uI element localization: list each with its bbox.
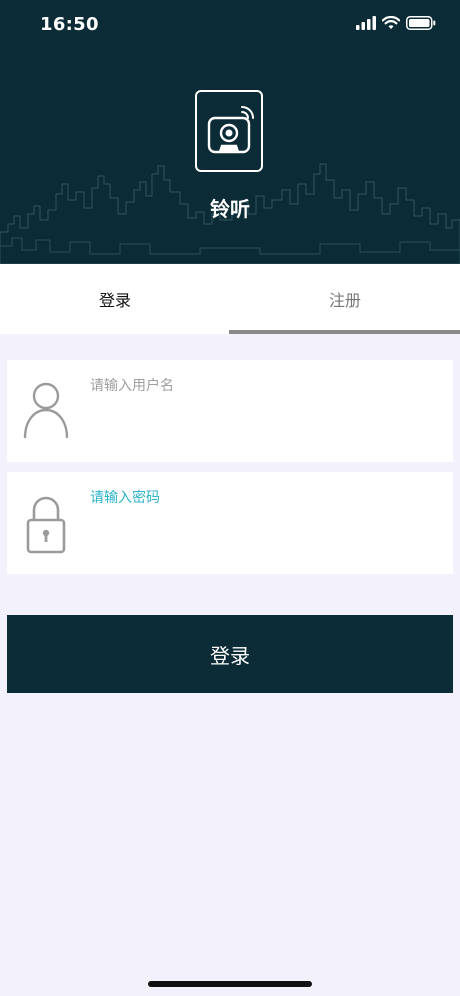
- status-bar: 16:50: [0, 0, 460, 50]
- signal-icon: [356, 16, 376, 30]
- app-logo: [195, 90, 263, 172]
- tab-register[interactable]: 注册: [230, 264, 460, 334]
- lock-icon: [26, 496, 66, 554]
- user-icon: [23, 382, 69, 439]
- camera-logo-icon: [207, 106, 254, 154]
- password-input[interactable]: [90, 486, 430, 510]
- username-input[interactable]: [90, 374, 430, 398]
- tab-login[interactable]: 登录: [0, 264, 230, 334]
- wifi-icon: [382, 16, 400, 29]
- password-field[interactable]: [7, 472, 453, 574]
- battery-icon: [406, 16, 436, 30]
- home-indicator: [148, 981, 312, 987]
- status-time: 16:50: [40, 14, 99, 35]
- login-button[interactable]: 登录: [7, 615, 453, 693]
- app-title: 铃听: [210, 197, 250, 221]
- username-field[interactable]: [7, 360, 453, 462]
- tab-indicator: [229, 330, 460, 334]
- login-register-tabs: 登录 注册: [0, 264, 460, 334]
- header: 16:50 铃听: [0, 0, 460, 264]
